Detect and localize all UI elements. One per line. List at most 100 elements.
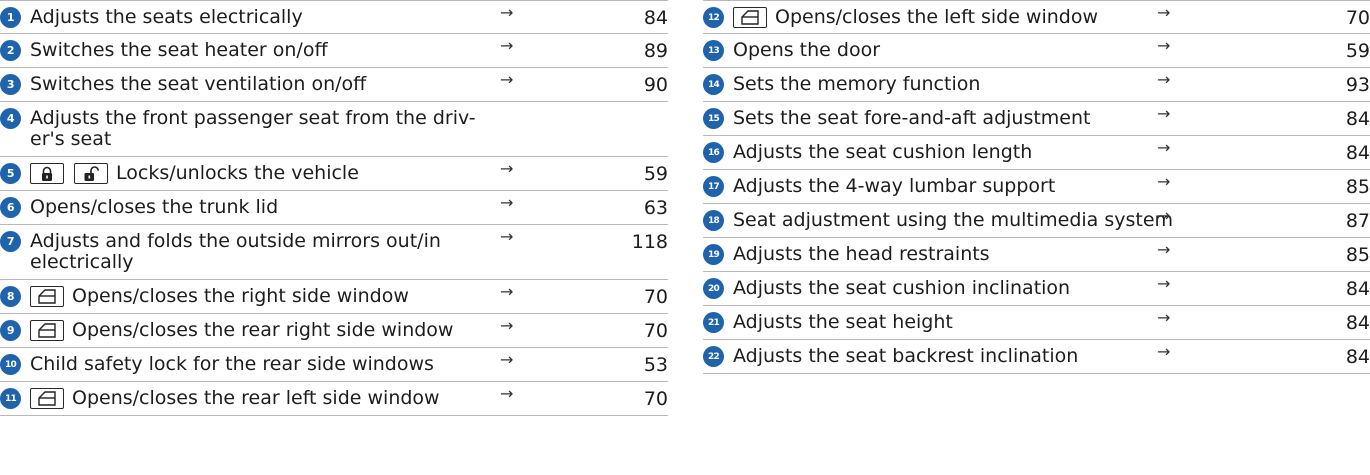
list-item: 14 Sets the memory function → 93 [703,68,1370,102]
page-reference-link[interactable]: 84 [644,7,668,29]
page-reference-arrow: → [500,282,514,301]
page-reference-link[interactable]: 93 [1346,74,1370,96]
page-reference-arrow: → [1157,70,1171,89]
item-content: Locks/unlocks the vehicle [30,157,668,184]
list-item: 21 Adjusts the seat height → 84 [703,306,1370,340]
page-reference-link[interactable]: 70 [644,320,668,342]
list-item: 3 Switches the seat ventilation on/off → 90 [0,68,668,102]
item-description: Adjusts the seat height [733,311,953,333]
list-item: 13 Opens the door → 59 [703,34,1370,68]
page-reference-link[interactable]: 84 [1346,346,1370,368]
page-reference-link[interactable]: 84 [1346,312,1370,334]
page-reference-link[interactable]: 59 [644,163,668,185]
item-description: Opens/closes the trunk lid [30,196,279,218]
item-content: Sets the memory function [733,68,1370,95]
page-reference-link[interactable]: 70 [644,286,668,308]
page-reference-link[interactable]: 89 [644,40,668,62]
page-reference-link[interactable]: 90 [644,74,668,96]
item-description: Switches the seat heater on/off [30,39,328,61]
item-content: Adjusts the seat cushion inclination [733,272,1370,299]
page-reference-link[interactable]: 84 [1346,108,1370,130]
page-reference-link[interactable]: 53 [644,354,668,376]
item-number-badge: 12 [703,7,724,28]
item-description: Locks/unlocks the vehicle [116,162,359,184]
item-description: Adjusts the seat cushion length [733,141,1033,163]
item-description-line: Adjusts and folds the outside mirrors ou… [30,230,441,252]
item-description: Adjusts the seat cushion inclination [733,277,1071,299]
list-item: 19 Adjusts the head restraints → 85 [703,238,1370,272]
list-item: 12 Opens/closes the left side window → 70 [703,0,1370,34]
page-reference-link[interactable]: 85 [1346,176,1370,198]
page-reference-link[interactable]: 118 [632,231,668,253]
item-content: Sets the seat fore-and-aft adjustment [733,102,1370,129]
item-description: Adjusts the seat backrest inclination [733,345,1079,367]
item-content: Seat adjustment using the multimedia sys… [733,204,1370,231]
page-reference-link[interactable]: 70 [644,388,668,410]
item-description: Sets the seat fore-and-aft adjustment [733,107,1091,129]
item-description: Opens/closes the rear left side window [72,387,440,409]
page-reference-arrow: → [1157,36,1171,55]
page-reference-arrow: → [500,159,514,178]
page-reference-link[interactable]: 87 [1346,210,1370,232]
item-number-badge: 9 [0,320,21,341]
item-description: Sets the memory function [733,73,981,95]
item-number-badge: 21 [703,312,724,333]
item-number-badge: 22 [703,346,724,367]
item-number-badge: 17 [703,176,724,197]
item-number-badge: 2 [0,40,21,61]
page-reference-arrow: → [1157,342,1171,361]
item-description: Opens/closes the rear right side window [72,319,454,341]
page-reference-link[interactable]: 84 [1346,142,1370,164]
item-number-badge: 11 [0,388,21,409]
list-item: 2 Switches the seat heater on/off → 89 [0,34,668,68]
list-item: 10 Child safety lock for the rear side wi… [0,348,668,382]
item-content: Opens/closes the rear left side window [30,382,668,409]
item-number-badge: 20 [703,278,724,299]
page-reference-link[interactable]: 84 [1346,278,1370,300]
page-reference-arrow: → [1157,104,1171,123]
item-number-badge: 18 [703,210,724,231]
item-content: Adjusts the front passenger seat from th… [30,102,668,150]
right-column: 12 Opens/closes the left side window → 70 13… [703,0,1370,374]
item-number-badge: 3 [0,74,21,95]
list-item: 11 Opens/closes the rear left side window… [0,382,668,416]
list-item: 17 Adjusts the 4-way lumbar support → 85 [703,170,1370,204]
item-content: Opens/closes the rear right side window [30,314,668,341]
page-reference-link[interactable]: 59 [1346,40,1370,62]
reference-page: 1 Adjusts the seats electrically → 84 2 Switc… [0,0,1370,475]
list-item: 7 Adjusts and folds the outside mirrors o… [0,225,668,280]
page-reference-arrow: → [500,70,514,89]
page-reference-link[interactable]: 85 [1346,244,1370,266]
item-content: Adjusts the seat height [733,306,1370,333]
lock-icon [30,163,64,184]
page-reference-arrow: → [1157,3,1171,22]
list-item: 15 Sets the seat fore-and-aft adjustment →… [703,102,1370,136]
item-description: Switches the seat ventilation on/off [30,73,367,95]
page-reference-arrow: → [1157,206,1171,225]
list-item: 18 Seat adjustment using the multimedia s… [703,204,1370,238]
item-description: Seat adjustment using the multimedia sys… [733,209,1174,231]
list-item: 22 Adjusts the seat backrest inclination →… [703,340,1370,374]
page-reference-arrow: → [500,227,514,246]
page-reference-arrow: → [500,384,514,403]
item-number-badge: 16 [703,142,724,163]
item-number-badge: 5 [0,163,21,184]
item-description: Opens/closes the left side window [775,6,1099,28]
page-reference-arrow: → [1157,308,1171,327]
item-description: Adjusts the seats electrically [30,6,303,28]
item-content: Adjusts the seats electrically [30,1,668,28]
page-reference-arrow: → [1157,138,1171,157]
item-description: Opens the door [733,39,881,61]
item-content: Switches the seat ventilation on/off [30,68,668,95]
item-number-badge: 6 [0,197,21,218]
page-reference-arrow: → [500,193,514,212]
window-icon [30,286,64,307]
item-content: Opens/closes the left side window [733,1,1370,28]
item-number-badge: 4 [0,108,21,129]
item-description-line: electrically [30,251,134,273]
page-reference-link[interactable]: 70 [1346,7,1370,29]
page-reference-link[interactable]: 63 [644,197,668,219]
item-content: Switches the seat heater on/off [30,34,668,61]
item-content: Opens the door [733,34,1370,61]
list-item: 16 Adjusts the seat cushion length → 84 [703,136,1370,170]
